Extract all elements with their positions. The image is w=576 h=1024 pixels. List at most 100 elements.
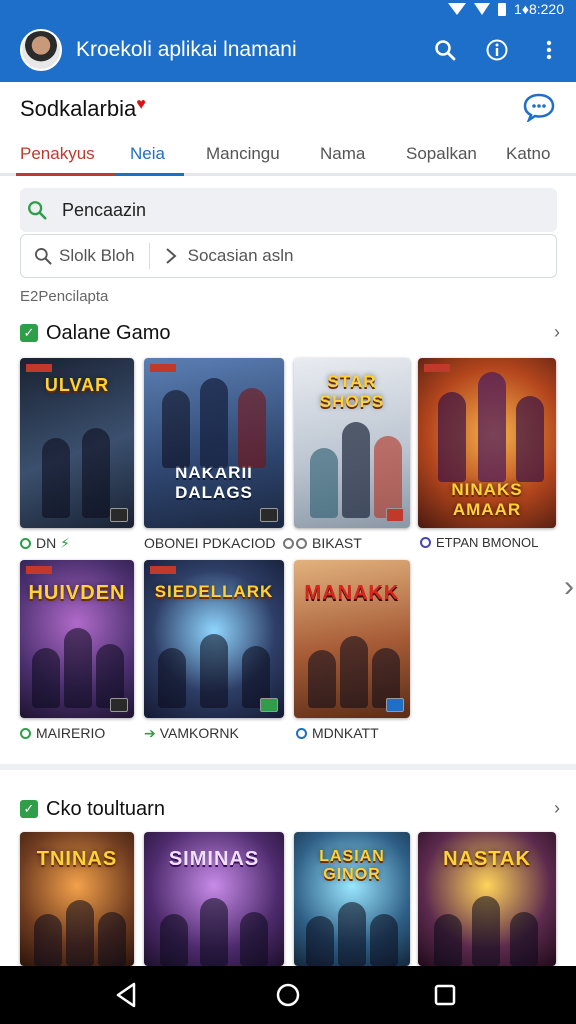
check-icon: ✓ <box>20 800 38 818</box>
card-tag <box>26 364 52 372</box>
card-label-text: VAMKORNK <box>159 725 239 741</box>
system-nav-bar <box>0 966 576 1024</box>
character-art <box>98 912 126 966</box>
battery-icon <box>498 2 507 16</box>
filter-divider <box>148 243 150 269</box>
character-art <box>510 912 538 966</box>
character-art <box>34 914 62 966</box>
chevron-right-icon[interactable]: › <box>554 322 560 343</box>
game-card[interactable]: SIEDELLARK <box>144 560 284 718</box>
status-dot-icon <box>296 538 307 549</box>
tab-penakyus[interactable]: Penakyus <box>20 132 95 176</box>
card-art-title: ULVAR <box>44 375 110 395</box>
arrow-icon: ➔ <box>144 725 156 741</box>
rating-badge <box>110 508 128 522</box>
game-card[interactable]: ULVAR <box>20 358 134 528</box>
game-card[interactable]: NINAKS AMAAR <box>418 358 556 528</box>
app-title: Kroekoli aplikai lnamani <box>76 38 297 61</box>
tab-sopalkan[interactable]: Sopalkan <box>406 132 477 176</box>
card-art-title: LASIAN GINOR <box>319 848 385 884</box>
character-art <box>64 628 92 708</box>
tab-katno[interactable]: Katno <box>506 132 550 176</box>
card-tag <box>424 364 450 372</box>
filter-left-text: Slolk Bloh <box>59 246 135 265</box>
game-card[interactable]: NAKARII DALAGS <box>144 358 284 528</box>
chat-bubble-icon <box>523 93 555 124</box>
search-input[interactable]: Pencaazin <box>20 188 557 232</box>
signal-icon <box>448 3 467 15</box>
rating-badge <box>260 698 278 712</box>
chevron-right-icon[interactable]: › <box>554 798 560 819</box>
appbar-actions <box>432 18 562 82</box>
card-label: DN ⚡ <box>20 535 70 552</box>
card-label: BIKAST <box>296 535 362 551</box>
game-card[interactable]: SIMINAS <box>144 832 284 966</box>
tab-nama[interactable]: Nama <box>320 132 365 176</box>
more-button[interactable] <box>536 37 562 63</box>
character-art <box>158 648 186 708</box>
status-dot-icon <box>20 728 31 739</box>
flash-icon: ⚡ <box>60 535 70 551</box>
character-art <box>82 428 110 518</box>
back-button[interactable] <box>112 980 142 1010</box>
character-art <box>200 898 228 966</box>
character-art <box>310 448 338 518</box>
status-dot-icon <box>20 538 31 549</box>
filter-right-text: Socasian asln <box>187 246 294 265</box>
card-art-title: NINAKS AMAAR <box>451 480 523 520</box>
character-art <box>340 636 368 708</box>
section-title: Cko toultuarn <box>46 797 165 820</box>
game-card[interactable]: TNINAS <box>20 832 134 966</box>
game-card[interactable]: LASIAN GINOR <box>294 832 410 966</box>
character-art <box>308 650 336 708</box>
character-art <box>238 388 266 468</box>
character-art <box>306 916 334 966</box>
character-art <box>42 438 70 518</box>
search-icon <box>35 248 52 265</box>
card-art-title: STAR SHOPS <box>319 371 385 411</box>
character-art <box>370 914 398 966</box>
card-label: ETPAN BMONOL <box>420 535 538 550</box>
rating-badge <box>110 698 128 712</box>
app-bar: Kroekoli aplikai lnamani <box>0 18 576 82</box>
tab-indicator-secondary <box>116 173 184 176</box>
card-label: OBONEI PDKACIOD <box>144 535 299 551</box>
character-art <box>32 648 60 708</box>
chevron-right-icon <box>165 248 177 264</box>
character-art <box>338 902 366 966</box>
character-art <box>438 392 466 482</box>
home-button[interactable] <box>273 980 303 1010</box>
game-card[interactable]: NASTAK <box>418 832 556 966</box>
recents-button[interactable] <box>430 980 460 1010</box>
section-header-1[interactable]: ✓ Oalane Gamo › <box>20 318 560 348</box>
info-button[interactable] <box>484 37 510 63</box>
more-vert-icon <box>546 40 552 60</box>
info-icon <box>486 39 508 61</box>
card-art-title: SIEDELLARK <box>154 582 274 602</box>
tab-neia[interactable]: Neia <box>130 132 165 176</box>
status-dot-icon <box>296 728 307 739</box>
avatar[interactable] <box>20 29 62 71</box>
tab-mancingu[interactable]: Mancingu <box>206 132 280 176</box>
chat-button[interactable] <box>522 92 556 124</box>
status-dot-icon <box>283 538 295 549</box>
card-art-title: HUIVDEN <box>28 582 126 605</box>
chevron-right-icon[interactable]: › <box>564 570 574 604</box>
character-art <box>200 634 228 708</box>
card-art-title: MANAKK <box>304 582 400 605</box>
character-art <box>374 436 402 518</box>
card-art-title: TNINAS <box>36 848 118 871</box>
game-card[interactable]: MANAKK <box>294 560 410 718</box>
section-title: Oalane Gamo <box>46 321 171 344</box>
recents-icon <box>434 984 456 1006</box>
character-art <box>240 912 268 966</box>
card-tag <box>150 566 176 574</box>
card-art-title: SIMINAS <box>168 848 260 871</box>
game-card[interactable]: STAR SHOPS <box>294 358 410 528</box>
wifi-icon <box>474 3 491 15</box>
game-card[interactable]: HUIVDEN <box>20 560 134 718</box>
section-header-2[interactable]: ✓ Cko toultuarn › <box>20 794 560 824</box>
card-tag <box>26 566 52 574</box>
filter-bar[interactable]: Slolk Bloh Socasian asln <box>20 234 557 278</box>
search-button[interactable] <box>432 37 458 63</box>
